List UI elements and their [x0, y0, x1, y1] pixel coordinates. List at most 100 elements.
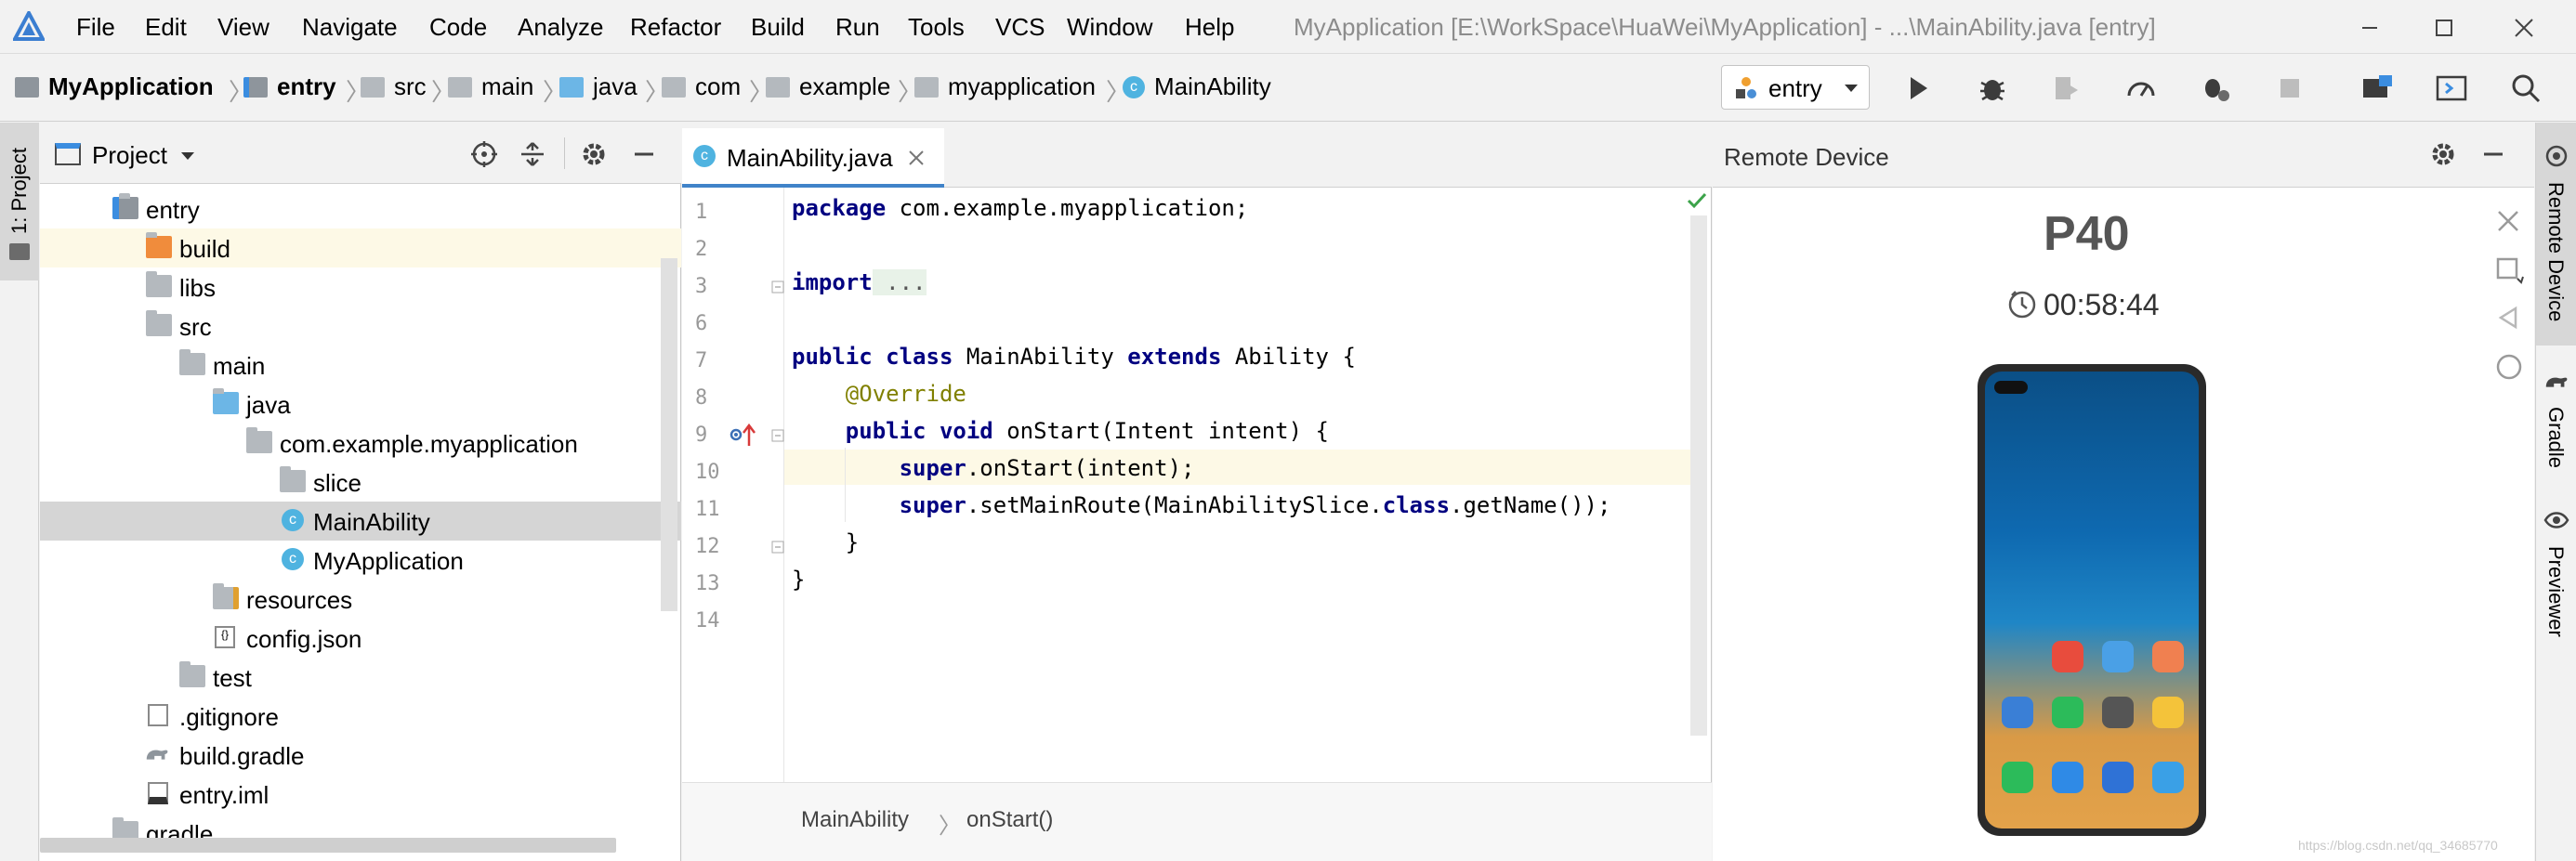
menu-edit[interactable]: Edit [145, 13, 187, 42]
phone-screen[interactable] [1985, 372, 2199, 828]
menu-navigate[interactable]: Navigate [302, 13, 398, 42]
tree-item-java[interactable]: java [40, 385, 681, 424]
tree-item-src[interactable]: src [40, 307, 681, 346]
tree-item-gitignore[interactable]: .gitignore [40, 697, 681, 736]
close-icon[interactable] [2495, 208, 2521, 234]
tree-item-config-json[interactable]: {} config.json [40, 619, 681, 658]
hide-panel-icon[interactable] [2478, 139, 2508, 169]
tree-scrollbar[interactable] [661, 258, 677, 611]
remote-device-tool-tab[interactable]: Remote Device [2536, 123, 2576, 346]
tree-item-build-gradle[interactable]: build.gradle [40, 736, 681, 775]
device-manager-icon[interactable] [2435, 72, 2468, 105]
back-icon[interactable] [2495, 305, 2521, 331]
menu-window[interactable]: Window [1067, 13, 1152, 42]
breadcrumb-class[interactable]: MainAbility [801, 807, 909, 833]
breadcrumb-myapplication-package[interactable]: myapplication [914, 72, 1096, 101]
tree-item-build[interactable]: build [40, 228, 681, 267]
tree-item-myapplication[interactable]: c MyApplication [40, 541, 681, 580]
gradle-tool-tab[interactable]: Gradle [2536, 366, 2576, 505]
project-view-label[interactable]: Project [92, 141, 167, 170]
code-line-11[interactable]: super.setMainRoute(MainAbilitySlice.clas… [792, 492, 1611, 518]
tree-item-slice[interactable]: slice [40, 463, 681, 502]
breadcrumb-myapplication[interactable]: MyApplication [15, 72, 214, 101]
menu-code[interactable]: Code [429, 13, 487, 42]
close-window-icon[interactable] [2505, 9, 2543, 46]
device-screen-preview[interactable] [1978, 364, 2206, 836]
app-icon[interactable] [2152, 762, 2184, 793]
home-icon[interactable] [2495, 353, 2523, 381]
menu-analyze[interactable]: Analyze [518, 13, 604, 42]
menu-view[interactable]: View [217, 13, 269, 42]
run-icon[interactable] [1901, 72, 1935, 105]
menu-tools[interactable]: Tools [908, 13, 965, 42]
code-line-7[interactable]: public class MainAbility extends Ability… [792, 344, 1356, 370]
hide-panel-icon[interactable] [629, 139, 659, 169]
breadcrumb-src[interactable]: src [361, 72, 427, 101]
breadcrumb-main[interactable]: main [448, 72, 533, 101]
menu-vcs[interactable]: VCS [995, 13, 1045, 42]
menu-build[interactable]: Build [751, 13, 805, 42]
app-icon[interactable] [2102, 641, 2134, 672]
debug-icon[interactable] [1976, 72, 2009, 105]
breadcrumb-mainability[interactable]: c MainAbility [1123, 72, 1271, 101]
app-icon[interactable] [2102, 762, 2134, 793]
breadcrumb-entry[interactable]: entry [243, 72, 336, 101]
collapse-all-icon[interactable] [518, 139, 547, 169]
code-line-1[interactable]: package com.example.myapplication; [792, 195, 1248, 221]
app-icon[interactable] [2052, 641, 2083, 672]
rotate-screen-icon[interactable] [2495, 256, 2525, 286]
attach-debugger-icon[interactable] [2050, 72, 2083, 105]
folded-imports[interactable]: ... [872, 269, 927, 295]
debug-settings-icon[interactable] [2199, 72, 2232, 105]
search-icon[interactable] [2509, 72, 2543, 105]
code-line-12[interactable]: } [792, 529, 859, 555]
menu-refactor[interactable]: Refactor [630, 13, 721, 42]
menu-run[interactable]: Run [835, 13, 880, 42]
app-icon[interactable] [2002, 697, 2033, 728]
tree-item-libs[interactable]: libs [40, 267, 681, 307]
breadcrumb-method[interactable]: onStart() [966, 807, 1053, 833]
code-line-3[interactable]: import ... [792, 269, 927, 295]
tree-item-entry-iml[interactable]: entry.iml [40, 775, 681, 814]
project-tool-tab[interactable]: 1: Project [0, 123, 39, 280]
breadcrumb-com[interactable]: com [662, 72, 741, 101]
app-icon[interactable] [2052, 762, 2083, 793]
code-line-8[interactable]: @Override [792, 381, 966, 407]
fold-icon[interactable] [771, 541, 784, 554]
tree-horizontal-scrollbar[interactable] [40, 838, 616, 853]
stop-icon[interactable] [2273, 72, 2307, 105]
override-marker-icon[interactable] [729, 422, 762, 448]
tree-item-entry[interactable]: entry [40, 189, 681, 228]
code-line-9[interactable]: public void onStart(Intent intent) { [792, 418, 1329, 444]
app-icon[interactable] [2102, 697, 2134, 728]
app-icon[interactable] [2002, 762, 2033, 793]
maximize-icon[interactable] [2425, 9, 2463, 46]
code-line-13[interactable]: } [792, 567, 805, 593]
gear-icon[interactable] [579, 139, 609, 169]
close-tab-icon[interactable] [907, 149, 926, 167]
app-icon[interactable] [2152, 697, 2184, 728]
tree-item-test[interactable]: test [40, 658, 681, 697]
run-configuration-select[interactable]: entry [1721, 65, 1870, 110]
chevron-down-icon[interactable] [179, 150, 196, 162]
breadcrumb-java[interactable]: java [559, 72, 637, 101]
fold-icon[interactable] [771, 280, 784, 294]
tree-item-resources[interactable]: resources [40, 580, 681, 619]
profiler-icon[interactable] [2124, 72, 2158, 105]
tree-item-mainability[interactable]: c MainAbility [40, 502, 681, 541]
locate-icon[interactable] [469, 139, 499, 169]
minimize-icon[interactable] [2351, 9, 2388, 46]
previewer-tool-tab[interactable]: Previewer [2536, 505, 2576, 691]
project-structure-icon[interactable] [2360, 72, 2394, 105]
tree-item-package[interactable]: com.example.myapplication [40, 424, 681, 463]
menu-help[interactable]: Help [1185, 13, 1234, 42]
app-icon[interactable] [2052, 697, 2083, 728]
gear-icon[interactable] [2428, 139, 2458, 169]
tab-mainability-java[interactable]: c MainAbility.java [682, 128, 944, 188]
breadcrumb-example[interactable]: example [766, 72, 890, 101]
tree-item-main[interactable]: main [40, 346, 681, 385]
app-icon[interactable] [2152, 641, 2184, 672]
code-line-10[interactable]: super.onStart(intent); [792, 455, 1195, 481]
editor-scrollbar[interactable] [1690, 215, 1707, 736]
menu-file[interactable]: File [76, 13, 115, 42]
